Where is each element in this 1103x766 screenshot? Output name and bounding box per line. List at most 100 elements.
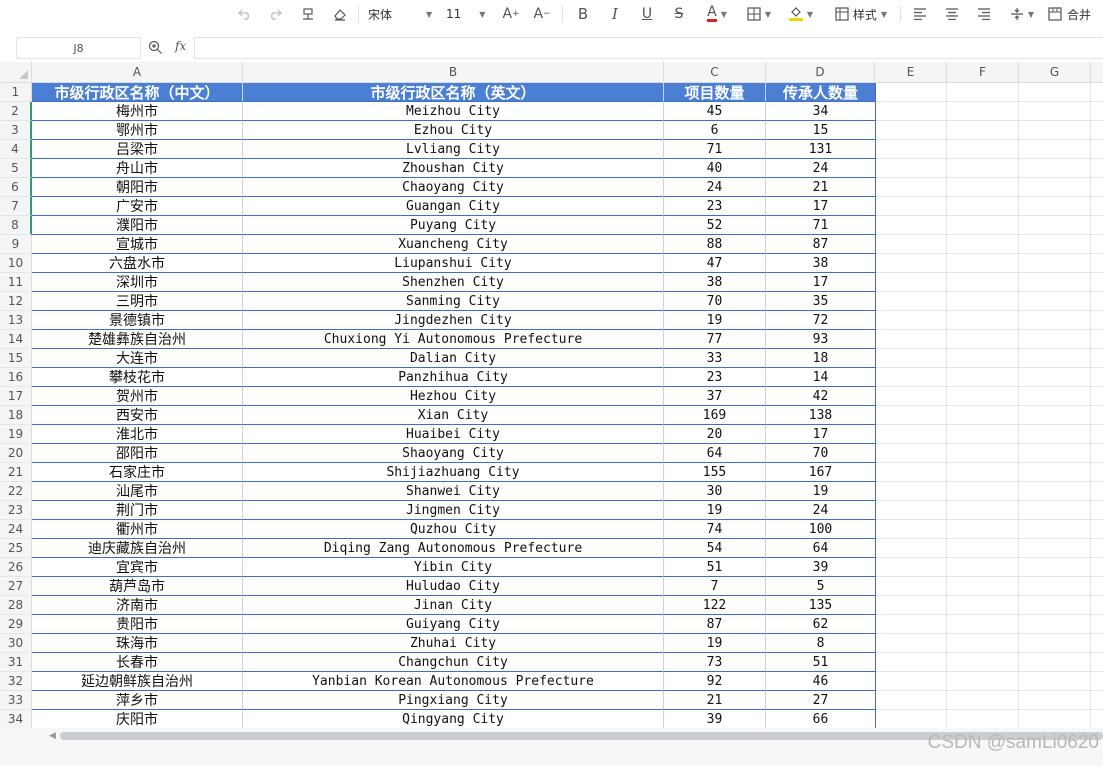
cell-name-en[interactable]: Chuxiong Yi Autonomous Prefecture [243,330,664,349]
cell-inheritor-count[interactable]: 42 [766,387,876,406]
row-header[interactable]: 27 [0,577,32,596]
cell-project-count[interactable]: 64 [664,444,766,463]
row-header[interactable]: 17 [0,387,32,406]
row-header[interactable]: 7 [0,197,32,216]
header-cell-inheritor-count[interactable]: 传承人数量 [766,83,876,102]
row-header[interactable]: 14 [0,330,32,349]
cell-name-cn[interactable]: 荆门市 [32,501,243,520]
cell-name-cn[interactable]: 邵阳市 [32,444,243,463]
cell-project-count[interactable]: 7 [664,577,766,596]
cell-name-en[interactable]: Lvliang City [243,140,664,159]
cell-project-count[interactable]: 70 [664,292,766,311]
cell-inheritor-count[interactable]: 138 [766,406,876,425]
cell-inheritor-count[interactable]: 17 [766,197,876,216]
column-header-g[interactable]: G [1019,62,1091,83]
cell-inheritor-count[interactable]: 70 [766,444,876,463]
row-header[interactable]: 3 [0,121,32,140]
cell-name-cn[interactable]: 楚雄彝族自治州 [32,330,243,349]
cell-name-en[interactable]: Shenzhen City [243,273,664,292]
row-header[interactable]: 11 [0,273,32,292]
cell-project-count[interactable]: 51 [664,558,766,577]
cell-name-en[interactable]: Changchun City [243,653,664,672]
cell-name-cn[interactable]: 汕尾市 [32,482,243,501]
cell-inheritor-count[interactable]: 62 [766,615,876,634]
cell-project-count[interactable]: 87 [664,615,766,634]
cell-name-cn[interactable]: 济南市 [32,596,243,615]
cell-name-cn[interactable]: 鄂州市 [32,121,243,140]
cell-name-en[interactable]: Meizhou City [243,102,664,121]
cell-name-cn[interactable]: 宜宾市 [32,558,243,577]
row-header[interactable]: 19 [0,425,32,444]
row-header[interactable]: 26 [0,558,32,577]
header-cell-name-cn[interactable]: 市级行政区名称（中文） [32,83,243,102]
cell-inheritor-count[interactable]: 8 [766,634,876,653]
cell-inheritor-count[interactable]: 27 [766,691,876,710]
cell-name-en[interactable]: Xuancheng City [243,235,664,254]
header-cell-project-count[interactable]: 项目数量 [664,83,766,102]
cell-name-cn[interactable]: 迪庆藏族自治州 [32,539,243,558]
cell-name-en[interactable]: Sanming City [243,292,664,311]
cell-inheritor-count[interactable]: 93 [766,330,876,349]
strikethrough-icon[interactable]: S [668,3,690,25]
cell-name-en[interactable]: Hezhou City [243,387,664,406]
row-header[interactable]: 22 [0,482,32,501]
cell-inheritor-count[interactable]: 100 [766,520,876,539]
cell-inheritor-count[interactable]: 71 [766,216,876,235]
align-center-icon[interactable] [941,3,963,25]
font-name-select[interactable]: 宋体 ▼ [368,3,438,25]
cell-project-count[interactable]: 54 [664,539,766,558]
cell-inheritor-count[interactable]: 167 [766,463,876,482]
cell-project-count[interactable]: 47 [664,254,766,273]
cell-name-en[interactable]: Jinan City [243,596,664,615]
cell-project-count[interactable]: 21 [664,691,766,710]
cell-name-en[interactable]: Qingyang City [243,710,664,728]
cell-name-en[interactable]: Dalian City [243,349,664,368]
cell-project-count[interactable]: 52 [664,216,766,235]
cell-inheritor-count[interactable]: 21 [766,178,876,197]
cell-name-en[interactable]: Jingmen City [243,501,664,520]
fill-color-button[interactable]: ▼ [784,3,818,25]
column-header-c[interactable]: C [664,62,766,83]
bold-icon[interactable]: B [572,3,594,25]
decrease-font-icon[interactable]: A − [531,3,553,25]
cell-inheritor-count[interactable]: 131 [766,140,876,159]
cell-name-cn[interactable]: 萍乡市 [32,691,243,710]
cell-project-count[interactable]: 19 [664,311,766,330]
cell-name-cn[interactable]: 大连市 [32,349,243,368]
cell-inheritor-count[interactable]: 5 [766,577,876,596]
cell-project-count[interactable]: 71 [664,140,766,159]
row-header[interactable]: 13 [0,311,32,330]
row-header[interactable]: 10 [0,254,32,273]
cell-project-count[interactable]: 37 [664,387,766,406]
cell-inheritor-count[interactable]: 38 [766,254,876,273]
cell-inheritor-count[interactable]: 17 [766,425,876,444]
cell-name-en[interactable]: Diqing Zang Autonomous Prefecture [243,539,664,558]
cell-inheritor-count[interactable]: 72 [766,311,876,330]
cell-project-count[interactable]: 122 [664,596,766,615]
underline-icon[interactable]: U [636,3,658,25]
cell-project-count[interactable]: 24 [664,178,766,197]
cell-name-en[interactable]: Shijiazhuang City [243,463,664,482]
cell-name-en[interactable]: Guangan City [243,197,664,216]
increase-font-icon[interactable]: A + [500,3,522,25]
cell-name-en[interactable]: Panzhihua City [243,368,664,387]
cell-inheritor-count[interactable]: 18 [766,349,876,368]
row-header[interactable]: 32 [0,672,32,691]
styles-button[interactable]: 样式 ▼ [830,3,892,25]
column-header-d[interactable]: D [766,62,875,83]
cell-name-cn[interactable]: 葫芦岛市 [32,577,243,596]
cell-inheritor-count[interactable]: 17 [766,273,876,292]
vertical-align-button[interactable]: ▼ [1005,3,1039,25]
select-all-corner[interactable] [0,62,32,83]
align-left-icon[interactable] [909,3,931,25]
cell-inheritor-count[interactable]: 15 [766,121,876,140]
row-header[interactable]: 30 [0,634,32,653]
cell-name-en[interactable]: Quzhou City [243,520,664,539]
cell-project-count[interactable]: 19 [664,634,766,653]
format-painter-icon[interactable] [297,3,319,25]
cell-name-cn[interactable]: 西安市 [32,406,243,425]
cell-inheritor-count[interactable]: 24 [766,159,876,178]
row-header[interactable]: 16 [0,368,32,387]
row-header[interactable]: 2 [0,102,32,121]
name-box[interactable]: J8 [16,37,141,59]
